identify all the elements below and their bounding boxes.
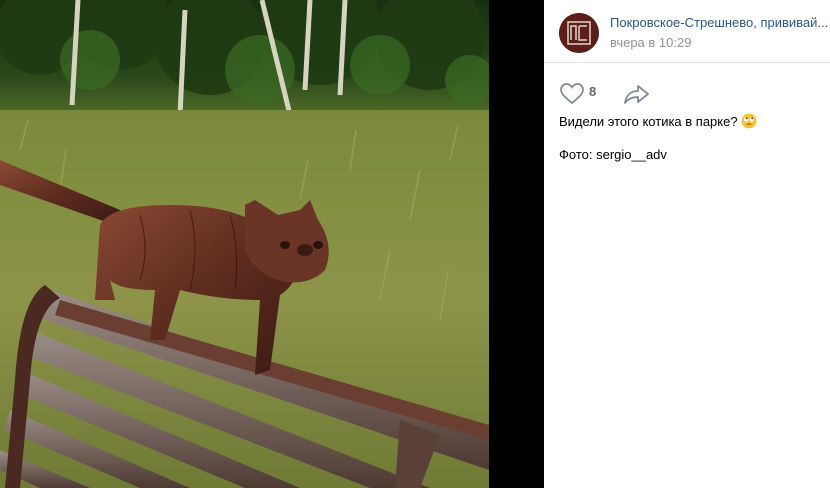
group-logo-icon [559, 13, 599, 53]
viewer-divider [489, 0, 544, 488]
group-avatar[interactable] [559, 13, 599, 53]
share-arrow-icon [624, 85, 649, 104]
post-photo[interactable] [0, 0, 489, 488]
rolling-eyes-emoji-icon [741, 113, 757, 129]
post-header: Покровское-Стрешнево, прививай... вчера … [544, 0, 830, 63]
cat-sculpture-photo [0, 0, 489, 488]
post-photo-credit: Фото: sergio__adv [559, 147, 667, 162]
post-timestamp[interactable]: вчера в 10:29 [610, 35, 691, 50]
group-name-link[interactable]: Покровское-Стрешнево, прививай... [610, 15, 830, 30]
post-text-body: Видели этого котика в парке? [559, 114, 738, 129]
post-sidebar: Покровское-Стрешнево, прививай... вчера … [544, 0, 830, 488]
like-button[interactable]: 8 [559, 82, 619, 106]
post-text: Видели этого котика в парке? [559, 113, 821, 130]
like-count: 8 [589, 84, 597, 99]
heart-outline-icon [560, 83, 584, 105]
share-button[interactable] [623, 82, 651, 106]
